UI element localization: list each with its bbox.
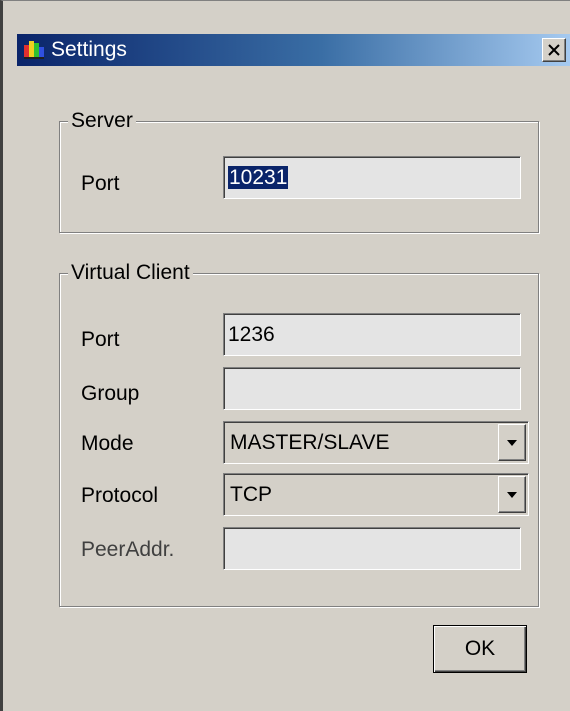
virtual-client-legend: Virtual Client — [68, 260, 193, 286]
mode-label: Mode — [81, 432, 134, 455]
server-port-label: Port — [81, 172, 120, 195]
server-port-input[interactable]: 10231 — [223, 156, 521, 199]
close-button[interactable] — [542, 38, 566, 62]
client-port-label: Port — [81, 328, 120, 351]
server-port-value: 10231 — [228, 166, 289, 189]
mode-dropdown-button[interactable] — [498, 424, 526, 461]
ok-button[interactable]: OK — [433, 625, 527, 673]
mode-value: MASTER/SLAVE — [230, 431, 390, 454]
peeraddr-input[interactable] — [223, 527, 521, 570]
window-title: Settings — [51, 38, 127, 61]
group-input[interactable] — [223, 367, 521, 410]
peeraddr-label: PeerAddr. — [81, 538, 175, 561]
protocol-label: Protocol — [81, 484, 159, 507]
chevron-down-icon — [507, 491, 517, 498]
chevron-down-icon — [507, 439, 517, 446]
protocol-value: TCP — [230, 483, 272, 506]
protocol-select[interactable]: TCP — [223, 473, 529, 516]
close-icon — [548, 44, 560, 56]
mode-select[interactable]: MASTER/SLAVE — [223, 421, 529, 464]
protocol-dropdown-button[interactable] — [498, 476, 526, 513]
client-port-input[interactable]: 1236 — [223, 313, 521, 356]
settings-dialog: Settings Server Port 10231 Virtual Clien… — [0, 0, 570, 711]
group-label: Group — [81, 382, 140, 405]
app-icon — [24, 41, 44, 59]
client-port-value: 1236 — [228, 323, 275, 346]
title-bar[interactable]: Settings — [17, 34, 570, 66]
server-legend: Server — [68, 108, 136, 134]
